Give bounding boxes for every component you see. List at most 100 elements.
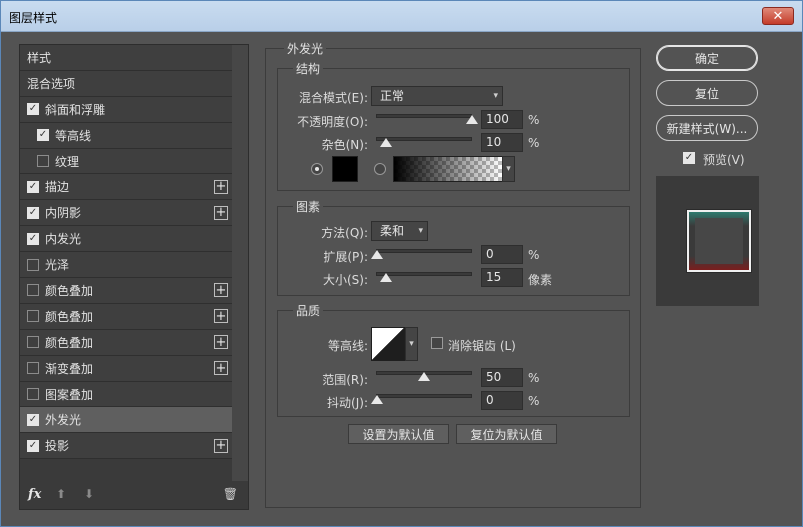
jitter-slider[interactable] [376, 394, 472, 398]
style-item-8[interactable]: 光泽 [20, 252, 232, 279]
add-effect-icon[interactable]: + [214, 438, 228, 453]
gradient-radio[interactable] [374, 163, 386, 175]
style-item-13[interactable]: 图案叠加 [20, 381, 232, 408]
range-input[interactable]: 50 [481, 368, 523, 387]
opacity-label: 不透明度(O): [297, 115, 368, 129]
style-item-15[interactable]: ✓ 投影 + [20, 433, 232, 460]
reset-default-button[interactable]: 复位为默认值 [456, 424, 557, 444]
group-title: 外发光 [284, 40, 327, 57]
opacity-slider[interactable] [376, 114, 472, 118]
fx-menu-icon[interactable]: fx [28, 487, 41, 502]
add-effect-icon[interactable]: + [214, 361, 228, 376]
style-item-label: 渐变叠加 [45, 361, 94, 376]
style-item-7[interactable]: ✓ 内发光 [20, 226, 232, 253]
noise-slider-thumb[interactable] [379, 138, 392, 147]
make-default-button[interactable]: 设置为默认值 [348, 424, 449, 444]
style-item-label: 纹理 [55, 154, 80, 169]
opacity-unit: % [528, 113, 540, 127]
jitter-slider-thumb[interactable] [371, 395, 383, 404]
title-bar[interactable]: 图层样式 ✕ [1, 1, 802, 32]
style-item-10[interactable]: 颜色叠加 + [20, 303, 232, 330]
style-item-label: 描边 [45, 180, 70, 195]
add-effect-icon[interactable]: + [214, 283, 228, 298]
gradient-swatch[interactable] [393, 156, 503, 182]
list-scrollbar[interactable] [232, 45, 248, 481]
noise-input[interactable]: 10 [481, 133, 523, 152]
style-item-label: 颜色叠加 [45, 335, 94, 350]
style-item-6[interactable]: ✓ 内阴影 + [20, 200, 232, 227]
style-item-checkbox[interactable]: ✓ [27, 232, 39, 245]
add-effect-icon[interactable]: + [214, 309, 228, 324]
style-item-checkbox[interactable]: ✓ [27, 103, 39, 116]
opacity-slider-thumb[interactable] [466, 115, 478, 124]
style-item-0[interactable]: 样式 [20, 45, 232, 71]
style-item-checkbox[interactable]: ✓ [27, 439, 39, 452]
preview-thumbnail [687, 210, 751, 272]
blend-mode-value: 正常 [380, 89, 405, 103]
style-item-label: 内阴影 [45, 206, 82, 221]
blend-mode-select[interactable]: 正常 ▾ [371, 86, 503, 106]
style-item-checkbox[interactable] [27, 284, 39, 297]
style-item-label: 外发光 [45, 413, 82, 428]
preview-checkbox[interactable]: ✓ [683, 152, 695, 164]
range-slider-thumb[interactable] [418, 372, 430, 381]
method-label: 方法(Q): [321, 226, 368, 240]
style-item-checkbox[interactable] [27, 362, 39, 375]
close-button[interactable]: ✕ [762, 7, 794, 25]
ok-button[interactable]: 确定 [656, 45, 758, 71]
style-item-checkbox[interactable] [27, 310, 39, 323]
style-item-5[interactable]: ✓ 描边 + [20, 174, 232, 201]
method-value: 柔和 [380, 224, 405, 238]
move-up-icon[interactable]: ⬆ [56, 487, 66, 501]
jitter-input[interactable]: 0 [481, 391, 523, 410]
delete-icon[interactable]: 🗑 [223, 487, 238, 501]
layer-style-dialog: 图层样式 ✕ 样式 混合选项 ✓ 斜面和浮雕 ✓ 等高线纹理 ✓ 描边 + ✓ 内阴影 + ✓ 内发光 光泽… [0, 0, 803, 527]
style-item-label: 投影 [45, 439, 70, 454]
antialias-checkbox[interactable] [431, 337, 443, 349]
elements-title: 图素 [293, 198, 324, 215]
style-item-1[interactable]: 混合选项 [20, 70, 232, 97]
contour-picker[interactable] [371, 327, 405, 361]
range-label: 范围(R): [322, 373, 368, 387]
window-title: 图层样式 [9, 11, 58, 25]
gradient-dropdown[interactable]: ▾ [502, 156, 515, 182]
style-item-3[interactable]: ✓ 等高线 [20, 122, 232, 149]
method-select[interactable]: 柔和 ▾ [371, 221, 428, 241]
add-effect-icon[interactable]: + [214, 205, 228, 220]
style-item-checkbox[interactable] [37, 155, 49, 167]
style-item-label: 斜面和浮雕 [45, 102, 106, 117]
move-down-icon[interactable]: ⬇ [84, 487, 94, 501]
reset-button[interactable]: 复位 [656, 80, 758, 106]
style-item-label: 图案叠加 [45, 387, 94, 402]
size-slider-thumb[interactable] [380, 273, 392, 282]
spread-input[interactable]: 0 [481, 245, 523, 264]
preview-label: 预览(V) [703, 153, 745, 167]
style-item-label: 颜色叠加 [45, 309, 94, 324]
add-effect-icon[interactable]: + [214, 335, 228, 350]
style-item-checkbox[interactable]: ✓ [37, 129, 49, 142]
glow-color-swatch[interactable] [332, 156, 358, 182]
spread-slider[interactable] [376, 249, 472, 253]
style-item-checkbox[interactable] [27, 258, 39, 271]
style-item-checkbox[interactable]: ✓ [27, 206, 39, 219]
opacity-input[interactable]: 100 [481, 110, 523, 129]
style-item-checkbox[interactable] [27, 336, 39, 349]
styles-list-panel: 样式 混合选项 ✓ 斜面和浮雕 ✓ 等高线 纹理 ✓ 描边 + ✓ 内阴影 + ✓ 内发光 光泽 颜色叠加 + 颜色… [19, 44, 249, 510]
style-item-checkbox[interactable]: ✓ [27, 180, 39, 193]
spread-slider-thumb[interactable] [371, 250, 383, 259]
style-item-9[interactable]: 颜色叠加 + [20, 278, 232, 304]
add-effect-icon[interactable]: + [214, 179, 228, 194]
style-item-checkbox[interactable] [27, 388, 39, 401]
style-item-11[interactable]: 颜色叠加 + [20, 329, 232, 356]
color-radio[interactable] [311, 163, 323, 175]
contour-dropdown[interactable]: ▾ [405, 327, 418, 361]
style-item-4[interactable]: 纹理 [20, 148, 232, 175]
style-item-2[interactable]: ✓ 斜面和浮雕 [20, 96, 232, 123]
style-item-checkbox[interactable]: ✓ [27, 413, 39, 426]
new-style-button[interactable]: 新建样式(W)... [656, 115, 758, 141]
size-input[interactable]: 15 [481, 268, 523, 287]
structure-group: 结构 混合模式(E): 正常 ▾ 不透明度(O): 100 % 杂色(N): 1… [277, 60, 630, 191]
chevron-down-icon: ▾ [418, 226, 423, 236]
style-item-14[interactable]: ✓ 外发光 [20, 407, 232, 434]
style-item-12[interactable]: 渐变叠加 + [20, 355, 232, 382]
